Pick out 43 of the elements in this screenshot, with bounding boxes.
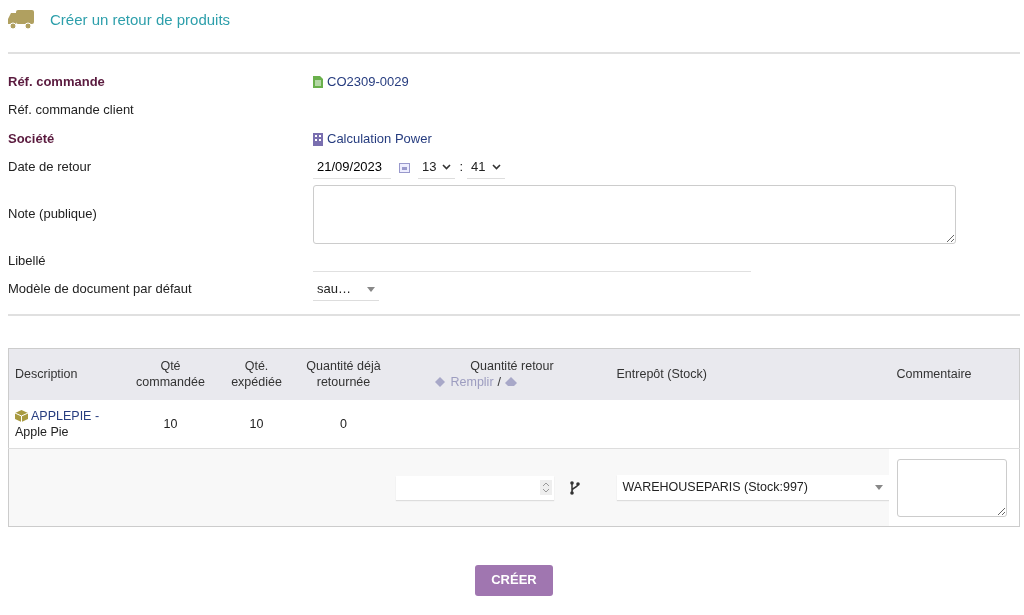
field-label: Libellé: [8, 252, 47, 270]
column-header: Qté. expédiée: [215, 348, 298, 400]
field-label: Note (publique): [8, 206, 98, 223]
page-title: Créer un retour de produits: [50, 10, 231, 30]
template-select[interactable]: sau…: [313, 278, 379, 301]
caret-icon: [491, 164, 501, 171]
product-name: Apple Pie: [15, 423, 70, 440]
order-link[interactable]: CO2309-0029: [327, 73, 409, 91]
field-label: Date de retour: [8, 159, 93, 177]
field-label: Modèle de document par défaut: [8, 281, 193, 299]
table-cell: 0: [297, 399, 390, 449]
hour-select[interactable]: 13: [418, 156, 456, 179]
quantity-field[interactable]: [395, 475, 554, 500]
triangle-icon: [366, 286, 375, 292]
separator-text: /: [497, 374, 502, 391]
spinner-icon[interactable]: [539, 480, 552, 495]
document-icon: [313, 76, 323, 89]
comment-field[interactable]: [896, 458, 1007, 517]
note-field[interactable]: [313, 185, 956, 244]
time-separator: :: [459, 159, 464, 177]
warehouse-select[interactable]: WAREHOUSEPARIS (Stock:997): [616, 475, 889, 500]
box-icon: [15, 410, 28, 423]
minute-select[interactable]: 41: [467, 156, 505, 179]
field-label: Réf. commande: [8, 73, 106, 91]
column-header: Description: [8, 348, 126, 400]
triangle-icon: [874, 485, 883, 490]
table-cell: 10: [125, 399, 216, 449]
building-icon: [313, 132, 323, 146]
column-header: Qté commandée: [125, 348, 216, 400]
calendar-icon[interactable]: [399, 162, 410, 173]
column-header: Entrepôt (Stock): [594, 348, 889, 400]
branch-icon[interactable]: [569, 480, 580, 495]
caret-icon: [442, 164, 452, 171]
table-cell: 10: [215, 399, 298, 449]
column-header: Quantité retour: [469, 358, 555, 375]
create-button[interactable]: CRÉER: [475, 565, 553, 596]
column-header: Quantité déjà retournée: [297, 348, 390, 400]
truck-icon: [8, 10, 34, 30]
company-link[interactable]: Calculation Power: [327, 130, 432, 148]
field-label: Réf. commande client: [8, 102, 135, 120]
column-header: Commentaire: [888, 348, 1020, 400]
field-label: Société: [8, 130, 56, 148]
product-link[interactable]: APPLEPIE -: [31, 408, 100, 423]
